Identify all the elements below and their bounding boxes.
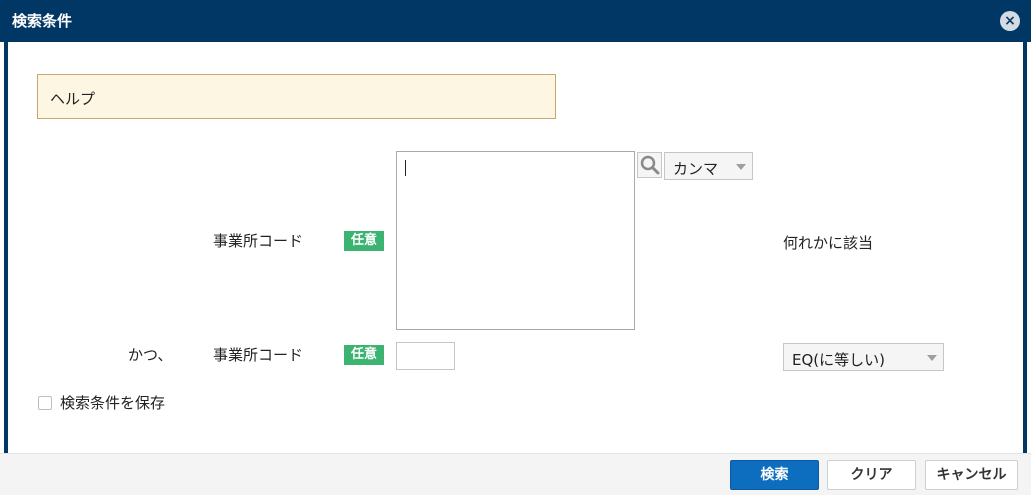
search-icon xyxy=(640,155,660,175)
help-panel[interactable]: ヘルプ xyxy=(37,74,556,119)
chevron-down-icon xyxy=(927,355,937,361)
cancel-button[interactable]: キャンセル xyxy=(925,460,1018,490)
business-code-textarea[interactable] xyxy=(396,151,635,330)
close-icon[interactable]: × xyxy=(1000,11,1020,31)
dialog-title: 検索条件 xyxy=(12,12,73,30)
optional-badge: 任意 xyxy=(344,231,384,251)
search-submit-button[interactable]: 検索 xyxy=(730,460,819,490)
search-button[interactable] xyxy=(637,152,662,178)
and-connector: かつ、 xyxy=(128,346,173,364)
text-caret xyxy=(405,160,406,176)
separator-value: カンマ xyxy=(673,160,719,178)
help-text: ヘルプ xyxy=(50,90,96,108)
separator-select[interactable]: カンマ xyxy=(664,152,753,180)
match-any-text: 何れかに該当 xyxy=(783,234,874,252)
optional-badge: 任意 xyxy=(344,345,384,365)
condition-2-label: 事業所コード xyxy=(213,346,304,364)
dialog-titlebar: 検索条件 × xyxy=(0,0,1031,42)
operator-select[interactable]: EQ(に等しい) xyxy=(783,343,944,371)
business-code-input[interactable] xyxy=(396,342,455,370)
save-conditions-label: 検索条件を保存 xyxy=(60,394,166,412)
dialog-footer: 検索 クリア キャンセル xyxy=(0,453,1031,495)
operator-value: EQ(に等しい) xyxy=(792,351,885,369)
search-conditions-dialog: 検索条件 × ヘルプ 事業所コード 任意 カンマ 何れかに該当 かつ、 事業所コ… xyxy=(0,0,1031,495)
chevron-down-icon xyxy=(736,164,746,170)
save-conditions-checkbox[interactable] xyxy=(38,396,52,410)
clear-button[interactable]: クリア xyxy=(827,460,916,490)
condition-1-label: 事業所コード xyxy=(213,232,304,250)
